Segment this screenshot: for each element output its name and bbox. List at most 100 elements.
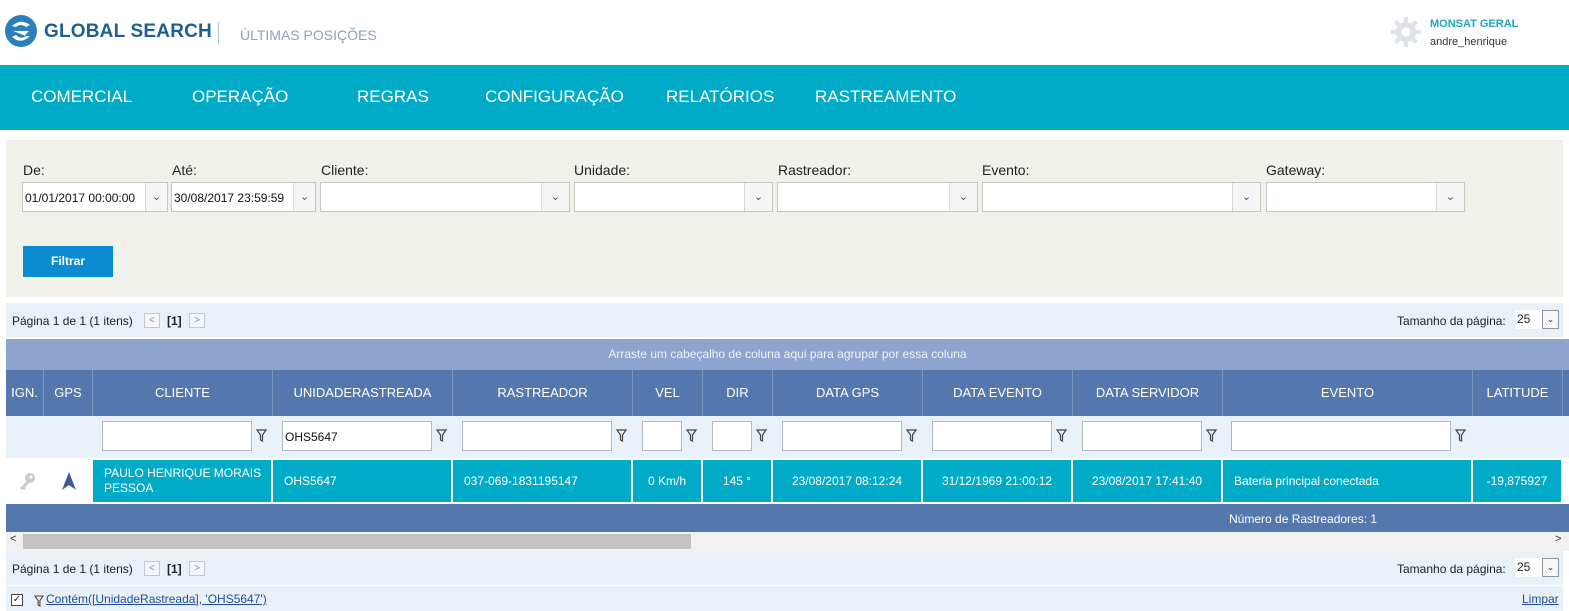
chevron-down-icon[interactable]: ⌄: [744, 183, 772, 211]
brand-name[interactable]: GLOBAL SEARCH: [44, 21, 212, 43]
col-rastreador[interactable]: RASTREADOR: [453, 370, 633, 416]
prev-page-button[interactable]: <: [144, 561, 160, 576]
cliente-filter-input[interactable]: [102, 421, 252, 451]
filter-icon[interactable]: [686, 429, 697, 442]
data-servidor-cell[interactable]: 23/08/2017 17:41:40: [1073, 460, 1221, 502]
clear-filter-link[interactable]: Limpar: [1522, 592, 1559, 606]
rastreador-cell[interactable]: 037-069-1831195147: [453, 460, 631, 502]
unidade-filter-input[interactable]: OHS5647: [282, 421, 432, 451]
evento-filter-input[interactable]: [1231, 421, 1451, 451]
data-servidor-filter-input[interactable]: [1082, 421, 1202, 451]
unidade-cell[interactable]: OHS5647: [273, 460, 451, 502]
chevron-down-icon[interactable]: ⌄: [1542, 558, 1559, 577]
filter-icon[interactable]: [906, 429, 917, 442]
data-gps-cell[interactable]: 23/08/2017 08:12:24: [773, 460, 921, 502]
rastreador-filter-input[interactable]: [462, 421, 612, 451]
filter-icon[interactable]: [256, 429, 267, 442]
horizontal-scrollbar[interactable]: < >: [6, 532, 1569, 551]
chevron-down-icon[interactable]: ⌄: [949, 183, 977, 211]
prev-page-button[interactable]: <: [144, 313, 160, 328]
nav-configuracao[interactable]: CONFIGURAÇÃO: [485, 87, 624, 107]
nav-regras[interactable]: REGRAS: [357, 87, 429, 107]
table-row[interactable]: PAULO HENRIQUE MORAIS PESSOA OHS5647 037…: [6, 458, 1569, 504]
current-page[interactable]: [1]: [167, 314, 182, 328]
chevron-down-icon[interactable]: ⌄: [1436, 183, 1464, 211]
nav-rastreamento[interactable]: RASTREAMENTO: [815, 87, 956, 107]
data-evento-cell[interactable]: 31/12/1969 21:00:12: [923, 460, 1071, 502]
filter-icon[interactable]: [1206, 429, 1217, 442]
grid-footer: Número de Rastreadores: 1: [6, 504, 1569, 532]
col-latitude[interactable]: LATITUDE: [1473, 370, 1563, 416]
col-evento[interactable]: EVENTO: [1223, 370, 1473, 416]
scrollbar-thumb[interactable]: [23, 534, 691, 549]
col-dir[interactable]: DIR: [703, 370, 773, 416]
col-unidaderastreada[interactable]: UNIDADERASTREADA: [273, 370, 453, 416]
ate-label: Até:: [172, 162, 197, 178]
global-search-logo-icon[interactable]: [4, 14, 38, 48]
company-name[interactable]: MONSAT GERAL: [1430, 18, 1518, 30]
col-data-evento[interactable]: DATA EVENTO: [923, 370, 1073, 416]
cliente-select[interactable]: ⌄: [320, 182, 570, 212]
ate-value: 30/08/2017 23:59:59: [174, 191, 285, 205]
unidade-select[interactable]: ⌄: [574, 182, 773, 212]
dir-filter-input[interactable]: [712, 421, 752, 451]
data-evento-filter-input[interactable]: [932, 421, 1052, 451]
page-size-select[interactable]: 25 ⌄: [1515, 558, 1559, 577]
rastreador-select[interactable]: ⌄: [777, 182, 978, 212]
pager-top: Página 1 de 1 (1 itens) < [1] > Tamanho …: [6, 303, 1563, 337]
cliente-label: Cliente:: [321, 162, 369, 178]
gear-icon[interactable]: [1390, 16, 1422, 48]
de-value: 01/01/2017 00:00:00: [25, 191, 136, 205]
group-panel[interactable]: Arraste um cabeçalho de coluna aqui para…: [6, 339, 1569, 370]
filter-icon[interactable]: [436, 429, 447, 442]
cliente-cell[interactable]: PAULO HENRIQUE MORAIS PESSOA: [93, 460, 271, 502]
nav-operacao[interactable]: OPERAÇÃO: [192, 87, 288, 107]
vel-filter-input[interactable]: [642, 421, 682, 451]
col-data-servidor[interactable]: DATA SERVIDOR: [1073, 370, 1223, 416]
scroll-right-icon[interactable]: >: [1555, 533, 1561, 545]
filter-icon[interactable]: [756, 429, 767, 442]
filtrar-button[interactable]: Filtrar: [23, 246, 113, 277]
col-data-gps[interactable]: DATA GPS: [773, 370, 923, 416]
pager-summary: Página 1 de 1 (1 itens): [12, 562, 133, 576]
current-page[interactable]: [1]: [167, 562, 182, 576]
chevron-down-icon[interactable]: ⌄: [1542, 310, 1559, 329]
col-gps[interactable]: GPS: [44, 370, 93, 416]
filter-icon[interactable]: [1455, 429, 1466, 442]
username[interactable]: andre_henrique: [1430, 36, 1507, 48]
page-size-select[interactable]: 25 ⌄: [1515, 310, 1559, 329]
next-page-button[interactable]: >: [189, 313, 205, 328]
filter-icon[interactable]: [1056, 429, 1067, 442]
filter-enabled-checkbox[interactable]: ✓: [11, 594, 23, 606]
filter-icon: [34, 595, 44, 607]
evento-cell[interactable]: Bateria principal conectada: [1223, 460, 1471, 502]
de-date-select[interactable]: 01/01/2017 00:00:00 ⌄: [22, 182, 168, 212]
scroll-left-icon[interactable]: <: [10, 533, 16, 545]
filter-expression-link[interactable]: Contém([UnidadeRastreada], 'OHS5647'): [46, 592, 267, 606]
dir-cell[interactable]: 145 °: [703, 460, 771, 502]
next-page-button[interactable]: >: [189, 561, 205, 576]
chevron-down-icon[interactable]: ⌄: [293, 183, 315, 211]
gps-cell: [46, 460, 92, 502]
filter-icon[interactable]: [616, 429, 627, 442]
gateway-label: Gateway:: [1266, 162, 1326, 178]
chevron-down-icon[interactable]: ⌄: [541, 183, 569, 211]
latitude-cell[interactable]: -19,875927: [1473, 460, 1561, 502]
vel-cell[interactable]: 0 Km/h: [633, 460, 701, 502]
tracker-count: Número de Rastreadores: 1: [1229, 512, 1378, 526]
page-size-label: Tamanho da página:: [1397, 314, 1506, 328]
evento-select[interactable]: ⌄: [982, 182, 1261, 212]
chevron-down-icon[interactable]: ⌄: [1232, 183, 1260, 211]
data-gps-filter-input[interactable]: [782, 421, 902, 451]
app-header: GLOBAL SEARCH ÚLTIMAS POSIÇÕES MONSAT GE…: [0, 0, 1569, 65]
col-vel[interactable]: VEL: [633, 370, 703, 416]
nav-comercial[interactable]: COMERCIAL: [31, 87, 132, 107]
chevron-down-icon[interactable]: ⌄: [145, 183, 167, 211]
col-ign[interactable]: IGN.: [6, 370, 44, 416]
ate-date-select[interactable]: 30/08/2017 23:59:59 ⌄: [171, 182, 316, 212]
gateway-select[interactable]: ⌄: [1266, 182, 1465, 212]
col-cliente[interactable]: CLIENTE: [93, 370, 273, 416]
page-title: ÚLTIMAS POSIÇÕES: [240, 27, 377, 43]
de-label: De:: [23, 162, 45, 178]
nav-relatorios[interactable]: RELATÓRIOS: [666, 87, 774, 107]
